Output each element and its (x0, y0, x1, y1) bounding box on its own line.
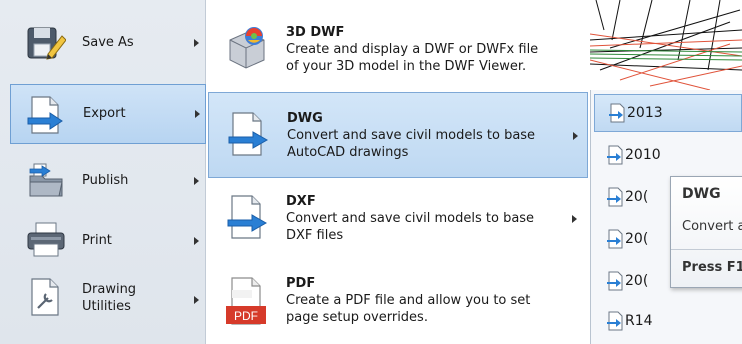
version-label: 2010 (625, 147, 661, 163)
export-option-title: 3D DWF (286, 25, 345, 40)
export-option-3d-dwf[interactable]: 3D DWF Create and display a DWF or DWFx … (206, 6, 590, 90)
export-option-description: AutoCAD drawings (287, 145, 409, 160)
submenu-arrow-icon (195, 110, 200, 118)
tooltip-help-hint: Press F1 f (682, 260, 742, 275)
menu-item-publish[interactable]: Publish (10, 150, 204, 212)
version-label: 20( (625, 231, 649, 247)
menu-item-print[interactable]: Print (10, 208, 204, 270)
export-option-dwg[interactable]: DWG Convert and save civil models to bas… (208, 92, 588, 178)
export-option-description: Create and display a DWF or DWFx file (286, 42, 539, 57)
submenu-arrow-icon (194, 39, 199, 47)
export-option-description: Convert and save civil models to base (286, 211, 535, 226)
tooltip-title: DWG (682, 186, 721, 202)
version-item-2013[interactable]: 2013 (594, 94, 742, 132)
version-label: R14 (625, 313, 653, 329)
dwg-export-icon (225, 111, 271, 157)
dwg-file-icon (607, 145, 625, 165)
export-option-dxf[interactable]: DXF Convert and save civil models to bas… (206, 180, 590, 264)
version-label: 2013 (627, 105, 663, 121)
menu-item-label: Drawing (82, 282, 137, 297)
application-menu: Save As Export Publish Print Drawing Uti… (0, 0, 206, 344)
dxf-export-icon (224, 194, 270, 240)
drawing-utilities-icon (26, 278, 66, 316)
menu-item-label: Print (82, 233, 112, 248)
menu-item-export[interactable]: Export (10, 84, 206, 144)
submenu-arrow-icon (194, 296, 199, 304)
version-item-2010[interactable]: 2010 (593, 136, 742, 174)
publish-icon (26, 162, 66, 200)
save-as-icon (26, 24, 67, 62)
dwg-file-icon (607, 187, 625, 207)
menu-item-label: Utilities (82, 299, 131, 314)
tooltip: DWG Convert a Press F1 f (670, 176, 742, 288)
export-option-title: DXF (286, 194, 316, 209)
print-icon (26, 220, 66, 258)
menu-item-label: Save As (82, 35, 134, 50)
pdf-icon: PDF (224, 276, 270, 325)
export-icon (26, 96, 66, 134)
export-option-description: page setup overrides. (286, 310, 428, 325)
export-option-title: PDF (286, 276, 316, 291)
dwg-file-icon (607, 271, 625, 291)
menu-item-save-as[interactable]: Save As (10, 12, 204, 74)
export-option-description: Convert and save civil models to base (287, 128, 536, 143)
submenu-arrow-icon (194, 237, 199, 245)
menu-item-label: Export (83, 106, 126, 121)
dwg-file-icon (607, 229, 625, 249)
export-option-title: DWG (287, 111, 323, 126)
submenu-arrow-icon (194, 177, 199, 185)
dwg-file-icon (609, 103, 627, 123)
dwg-file-icon (607, 311, 625, 331)
3d-dwf-icon (224, 24, 270, 70)
submenu-arrow-icon (573, 132, 578, 140)
export-option-description: DXF files (286, 228, 344, 243)
menu-item-label: Publish (82, 173, 129, 188)
export-option-pdf[interactable]: PDF PDF Create a PDF file and allow you … (206, 262, 590, 344)
export-option-description: of your 3D model in the DWF Viewer. (286, 59, 527, 74)
export-submenu: 3D DWF Create and display a DWF or DWFx … (206, 0, 590, 344)
version-label: 20( (625, 273, 649, 289)
tooltip-divider (671, 249, 742, 250)
tooltip-description: Convert a (682, 219, 742, 234)
menu-item-drawing-utilities[interactable]: Drawing Utilities (10, 268, 204, 330)
submenu-arrow-icon (572, 215, 577, 223)
pdf-icon-text: PDF (234, 309, 258, 323)
version-item-r14[interactable]: R14 (593, 302, 742, 340)
export-option-description: Create a PDF file and allow you to set (286, 293, 531, 308)
version-label: 20( (625, 189, 649, 205)
